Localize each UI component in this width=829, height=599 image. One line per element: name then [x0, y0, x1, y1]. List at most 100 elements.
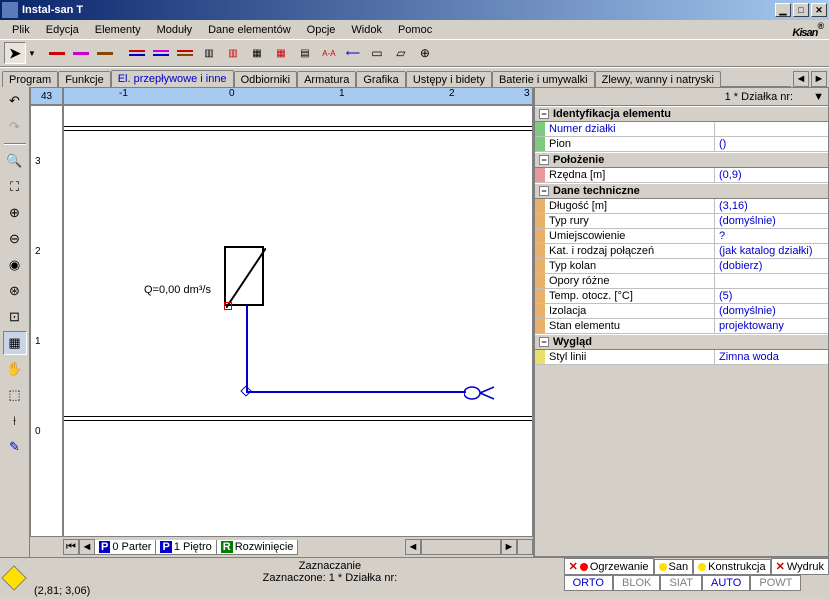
- zoom-extent-button[interactable]: ⊡: [3, 305, 27, 329]
- tab-odbiorniki[interactable]: Odbiorniki: [234, 71, 298, 87]
- menu-dane[interactable]: Dane elementów: [200, 22, 299, 38]
- select-rect-button[interactable]: ⬚: [3, 383, 27, 407]
- tool-box[interactable]: ▭: [366, 42, 388, 64]
- tab-armatura[interactable]: Armatura: [297, 71, 356, 87]
- ruler-vertical: 3 2 1 0: [30, 105, 63, 537]
- prop-row[interactable]: Typ rury(domyślnie): [535, 214, 828, 229]
- tab-scroll-right[interactable]: ►: [811, 71, 827, 87]
- hscroll-track[interactable]: [421, 539, 501, 555]
- draw-button[interactable]: ✎: [3, 435, 27, 459]
- radiator3[interactable]: ▦: [246, 42, 268, 64]
- radiator4[interactable]: ▦: [270, 42, 292, 64]
- flow-element[interactable]: [224, 246, 264, 306]
- mode-orto[interactable]: ORTO: [564, 575, 613, 591]
- undo-button[interactable]: ↶: [3, 89, 27, 113]
- tab-grafika[interactable]: Grafika: [356, 71, 405, 87]
- pipe-vertical[interactable]: [246, 306, 248, 391]
- menubar: Plik Edycja Elementy Moduły Dane element…: [0, 20, 829, 39]
- menu-edycja[interactable]: Edycja: [38, 22, 87, 38]
- radiator2[interactable]: ▥: [222, 42, 244, 64]
- connection-node-red[interactable]: [224, 302, 232, 310]
- pipe-brown[interactable]: [94, 42, 116, 64]
- pipe-end-icon[interactable]: [464, 381, 504, 405]
- sheet-pietro[interactable]: P1 Piętro: [155, 540, 216, 555]
- menu-opcje[interactable]: Opcje: [299, 22, 344, 38]
- drawing-canvas[interactable]: Q=0,00 dm³/s: [63, 105, 533, 537]
- section-położenie[interactable]: −Położenie: [535, 152, 828, 168]
- hscroll-left[interactable]: ◄: [405, 539, 421, 555]
- prop-row[interactable]: Temp. otocz. [°C](5): [535, 289, 828, 304]
- prop-row[interactable]: Izolacja(domyślnie): [535, 304, 828, 319]
- sheet-rozwiniecie[interactable]: RRozwinięcie: [216, 540, 299, 555]
- menu-plik[interactable]: Plik: [4, 22, 38, 38]
- zoom-fit-button[interactable]: ◉: [3, 253, 27, 277]
- status-tab-wydruk[interactable]: ✕Wydruk: [771, 558, 829, 575]
- left-toolbar: ↶ ↷ 🔍 ⛶ ⊕ ⊖ ◉ ⊛ ⊡ ▦ ✋ ⬚ ⟊ ✎: [0, 87, 30, 557]
- zoom-minus-button[interactable]: ⊖: [3, 227, 27, 251]
- menu-elementy[interactable]: Elementy: [87, 22, 149, 38]
- prop-row[interactable]: Pion(): [535, 137, 828, 152]
- menu-widok[interactable]: Widok: [343, 22, 390, 38]
- mode-powt[interactable]: POWT: [750, 575, 801, 591]
- prop-row[interactable]: Styl liniiZimna woda: [535, 350, 828, 365]
- close-button[interactable]: ✕: [811, 3, 827, 17]
- prop-row[interactable]: Umiejscowienie?: [535, 229, 828, 244]
- pipe-red[interactable]: [46, 42, 68, 64]
- tab-baterie[interactable]: Baterie i umywalki: [492, 71, 595, 87]
- tab-el-przeplywowe[interactable]: El. przepływowe i inne: [111, 70, 234, 87]
- zoom-in-button[interactable]: 🔍: [3, 149, 27, 173]
- sheet-parter[interactable]: P0 Parter: [94, 540, 156, 555]
- hscroll-right[interactable]: ►: [501, 539, 517, 555]
- radiator5[interactable]: ▤: [294, 42, 316, 64]
- section-aa[interactable]: A-A: [318, 42, 340, 64]
- pipe-magenta[interactable]: [70, 42, 92, 64]
- statusbar: (2,81; 3,06) Zaznaczanie Zaznaczone: 1 *…: [0, 557, 829, 599]
- radiator1[interactable]: ▥: [198, 42, 220, 64]
- prop-row[interactable]: Długość [m](3,16): [535, 199, 828, 214]
- menu-pomoc[interactable]: Pomoc: [390, 22, 440, 38]
- tool-target[interactable]: ⊕: [414, 42, 436, 64]
- prop-dropdown-icon[interactable]: ▼: [813, 91, 824, 103]
- prop-row[interactable]: Kat. i rodzaj połączeń(jak katalog dział…: [535, 244, 828, 259]
- redo-button[interactable]: ↷: [3, 115, 27, 139]
- tab-scroll-left[interactable]: ◄: [793, 71, 809, 87]
- tab-ustepy[interactable]: Ustępy i bidety: [406, 71, 492, 87]
- mode-siat[interactable]: SIAT: [660, 575, 702, 591]
- prop-row[interactable]: Rzędna [m](0,9): [535, 168, 828, 183]
- select-tool[interactable]: ➤: [4, 42, 26, 64]
- section-dane-techniczne[interactable]: −Dane techniczne: [535, 183, 828, 199]
- pipe-double1[interactable]: [126, 42, 148, 64]
- pipe-double3[interactable]: [174, 42, 196, 64]
- mode-blok[interactable]: BLOK: [613, 575, 660, 591]
- connection-node-blue[interactable]: [240, 385, 251, 396]
- resize-grip[interactable]: [517, 539, 533, 555]
- menu-moduly[interactable]: Moduły: [149, 22, 200, 38]
- sheet-scroll-prev[interactable]: ◄: [79, 539, 95, 555]
- status-tab-konstrukcja[interactable]: Konstrukcja: [693, 559, 770, 575]
- section-wygląd[interactable]: −Wygląd: [535, 334, 828, 350]
- section-identyfikacja-elementu[interactable]: −Identyfikacja elementu: [535, 106, 828, 122]
- maximize-button[interactable]: □: [793, 3, 809, 17]
- status-tab-ogrzewanie[interactable]: ✕Ogrzewanie: [564, 558, 654, 575]
- tab-funkcje[interactable]: Funkcje: [58, 71, 111, 87]
- tab-zlewy[interactable]: Zlewy, wanny i natryski: [595, 71, 721, 87]
- sheet-scroll-first[interactable]: ⏮: [63, 539, 79, 555]
- pan-button[interactable]: ✋: [3, 357, 27, 381]
- prop-row[interactable]: Typ kolan(dobierz): [535, 259, 828, 274]
- zoom-area-button[interactable]: ⛶: [3, 175, 27, 199]
- pipe-double2[interactable]: [150, 42, 172, 64]
- measure-button[interactable]: ⟊: [3, 409, 27, 433]
- prop-row[interactable]: Opory różne: [535, 274, 828, 289]
- minimize-button[interactable]: ▁: [775, 3, 791, 17]
- prop-row[interactable]: Numer działki: [535, 122, 828, 137]
- status-tab-san[interactable]: San: [654, 559, 694, 575]
- mode-auto[interactable]: AUTO: [702, 575, 750, 591]
- tab-program[interactable]: Program: [2, 71, 58, 87]
- zoom-plus-button[interactable]: ⊕: [3, 201, 27, 225]
- section-arrow[interactable]: ⟵: [342, 42, 364, 64]
- zoom-all-button[interactable]: ⊛: [3, 279, 27, 303]
- grid-button[interactable]: ▦: [3, 331, 27, 355]
- pipe-horizontal[interactable]: [246, 391, 466, 393]
- prop-row[interactable]: Stan elementuprojektowany: [535, 319, 828, 334]
- tool-page[interactable]: ▱: [390, 42, 412, 64]
